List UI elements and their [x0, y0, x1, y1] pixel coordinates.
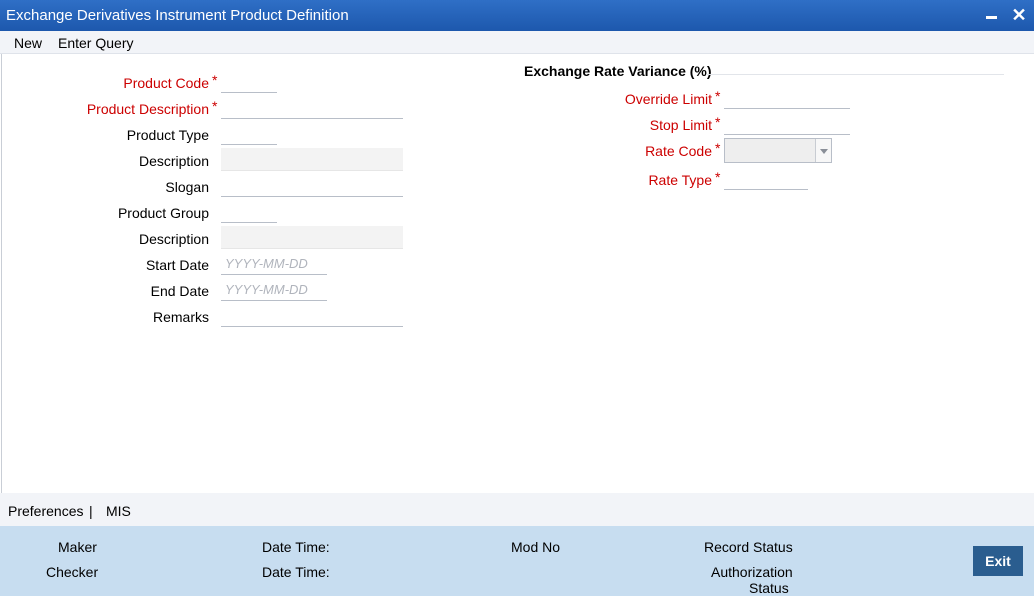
remarks-label: Remarks	[152, 309, 209, 325]
window-title: Exchange Derivatives Instrument Product …	[6, 7, 349, 24]
checker-label: Checker	[46, 564, 99, 580]
start-date-field[interactable]	[221, 252, 327, 275]
start-date-label: Start Date	[145, 257, 209, 273]
chevron-down-icon[interactable]	[815, 139, 831, 162]
maker-label: Maker	[58, 539, 97, 555]
product-description-label: Product Description	[86, 101, 209, 117]
product-group-field[interactable]	[221, 200, 277, 223]
authorization-status-label-line2: Status	[749, 580, 789, 596]
override-limit-label: Override Limit	[624, 91, 712, 107]
mis-link[interactable]: MIS	[106, 503, 131, 519]
mod-no-label: Mod No	[511, 539, 561, 555]
preferences-link[interactable]: Preferences	[8, 503, 83, 519]
authorization-status-label-line1: Authorization	[711, 564, 793, 580]
new-menu-item[interactable]: New	[14, 35, 42, 51]
minimize-icon[interactable]	[980, 4, 1002, 26]
product-code-field[interactable]	[221, 70, 277, 93]
end-date-label: End Date	[150, 283, 209, 299]
end-date-field[interactable]	[221, 278, 327, 301]
exchange-rate-variance-title: Exchange Rate Variance (%)	[524, 63, 712, 79]
slogan-label: Slogan	[165, 179, 209, 195]
enter-query-menu-item[interactable]: Enter Query	[58, 35, 133, 51]
product-code-label: Product Code	[123, 75, 209, 91]
rate-type-label: Rate Type	[648, 172, 712, 188]
record-status-label: Record Status	[704, 539, 793, 555]
description-label: Description	[138, 153, 209, 169]
product-description-field[interactable]	[221, 96, 403, 119]
exit-button[interactable]: Exit	[973, 546, 1023, 576]
product-group-description-field	[221, 226, 403, 249]
required-marker: *	[715, 114, 721, 130]
window-title-bar: Exchange Derivatives Instrument Product …	[0, 0, 1034, 31]
override-limit-field[interactable]	[724, 86, 850, 109]
checker-date-time-label: Date Time:	[262, 564, 330, 580]
slogan-field[interactable]	[221, 174, 403, 197]
close-icon[interactable]: ✕	[1008, 4, 1030, 26]
menu-bar: New Enter Query	[0, 31, 1034, 54]
required-marker: *	[212, 72, 218, 88]
required-marker: *	[715, 88, 721, 104]
audit-footer: Maker Checker Date Time: Date Time: Mod …	[0, 526, 1034, 596]
tab-separator: |	[89, 503, 93, 519]
description-label: Description	[138, 231, 209, 247]
maker-date-time-label: Date Time:	[262, 539, 330, 555]
main-form	[1, 54, 1033, 493]
remarks-field[interactable]	[221, 304, 403, 327]
rate-type-field[interactable]	[724, 167, 808, 190]
required-marker: *	[212, 98, 218, 114]
stop-limit-label: Stop Limit	[649, 117, 712, 133]
required-marker: *	[715, 169, 721, 185]
product-type-field[interactable]	[221, 122, 277, 145]
product-type-label: Product Type	[126, 127, 209, 143]
product-type-description-field	[221, 148, 403, 171]
section-divider	[706, 74, 1004, 75]
subsystem-bar: Preferences | MIS	[0, 493, 1034, 526]
rate-code-select[interactable]	[724, 138, 832, 163]
product-group-label: Product Group	[117, 205, 209, 221]
required-marker: *	[715, 140, 721, 156]
stop-limit-field[interactable]	[724, 112, 850, 135]
rate-code-label: Rate Code	[645, 143, 712, 159]
